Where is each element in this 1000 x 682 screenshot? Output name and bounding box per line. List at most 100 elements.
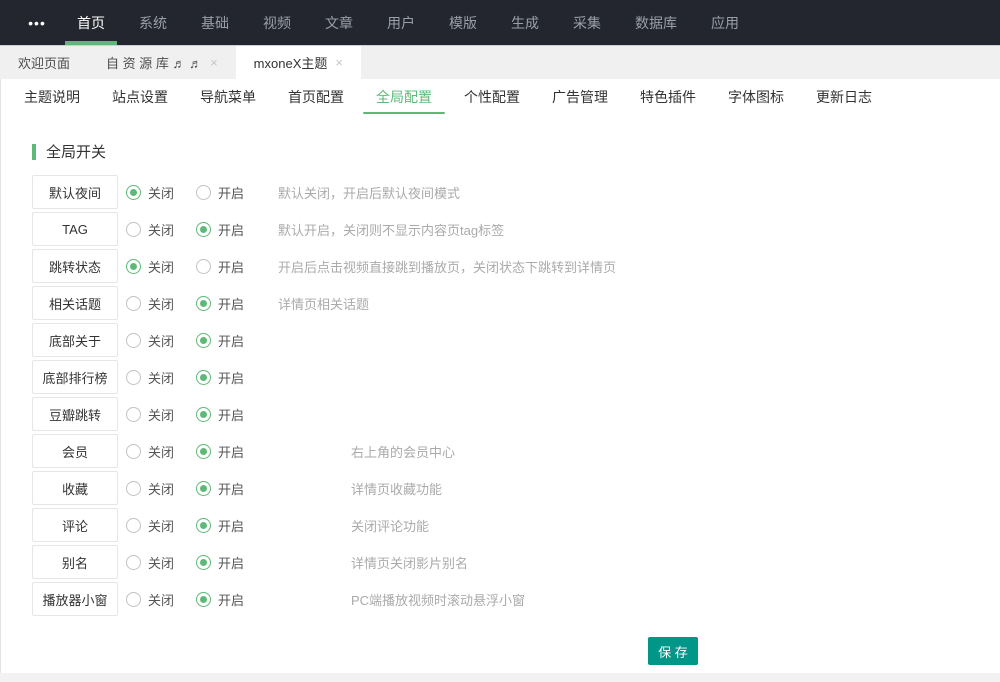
switch-label: 播放器小窗 (32, 582, 118, 616)
switch-row-3: 相关话题关闭开启详情页相关话题 (32, 286, 1000, 320)
section-title: 全局开关 (32, 141, 1000, 162)
switch-rows: 默认夜间关闭开启默认关闭，开启后默认夜间模式TAG关闭开启默认开启，关闭则不显示… (32, 175, 1000, 616)
subtab-3[interactable]: 首页配置 (277, 79, 355, 115)
section-title-accent-bar (32, 144, 36, 160)
radio-off-icon[interactable] (126, 296, 141, 311)
subtab-8[interactable]: 字体图标 (717, 79, 795, 115)
radio-on-option[interactable]: 开启 (196, 294, 278, 313)
radio-off-option[interactable]: 关闭 (126, 257, 196, 276)
window-tab-1[interactable]: 自 资 源 库 ♬ ♬ × (88, 46, 236, 79)
radio-on-option[interactable]: 开启 (196, 257, 278, 276)
radio-off-option[interactable]: 关闭 (126, 590, 196, 609)
radio-group: 关闭开启 (126, 590, 278, 609)
radio-off-icon[interactable] (126, 444, 141, 459)
subtab-1[interactable]: 站点设置 (101, 79, 179, 115)
radio-off-icon[interactable] (126, 185, 141, 200)
radio-group: 关闭 开启 (126, 294, 278, 313)
radio-off-option[interactable]: 关闭 (126, 368, 196, 387)
radio-on-option[interactable]: 开启 (196, 442, 278, 461)
radio-on-option[interactable]: 开启 (196, 331, 278, 350)
subtab-2[interactable]: 导航菜单 (189, 79, 267, 115)
radio-on-icon[interactable] (196, 444, 211, 459)
radio-off-icon[interactable] (126, 370, 141, 385)
radio-off-option[interactable]: 关闭 (126, 479, 196, 498)
topbar-item-9[interactable]: 数据库 (618, 0, 694, 45)
radio-on-option[interactable]: 开启 (196, 183, 278, 202)
switch-row-6: 豆瓣跳转关闭开启 (32, 397, 1000, 431)
radio-on-option[interactable]: 开启 (196, 220, 278, 239)
radio-on-label: 开启 (218, 183, 244, 202)
radio-on-option[interactable]: 开启 (196, 590, 278, 609)
switch-label: 默认夜间 (32, 175, 118, 209)
radio-off-icon[interactable] (126, 518, 141, 533)
radio-off-option[interactable]: 关闭 (126, 331, 196, 350)
window-tabstrip: 欢迎页面自 资 源 库 ♬ ♬×mxoneX主题× (0, 45, 1000, 79)
radio-off-icon[interactable] (126, 222, 141, 237)
switch-label: 底部关于 (32, 323, 118, 357)
radio-off-icon[interactable] (126, 592, 141, 607)
window-tab-label: 自 资 源 库 ♬ ♬ (106, 53, 202, 72)
radio-off-label: 关闭 (148, 516, 174, 535)
subtab-5[interactable]: 个性配置 (453, 79, 531, 115)
radio-off-label: 关闭 (148, 405, 174, 424)
radio-on-option[interactable]: 开启 (196, 368, 278, 387)
radio-on-option[interactable]: 开启 (196, 405, 278, 424)
radio-off-option[interactable]: 关闭 (126, 294, 196, 313)
radio-off-option[interactable]: 关闭 (126, 442, 196, 461)
radio-on-option[interactable]: 开启 (196, 553, 278, 572)
more-menu-icon[interactable]: ••• (14, 0, 60, 45)
subtab-9[interactable]: 更新日志 (805, 79, 883, 115)
radio-on-icon[interactable] (196, 555, 211, 570)
radio-on-icon[interactable] (196, 222, 211, 237)
radio-off-option[interactable]: 关闭 (126, 516, 196, 535)
radio-on-icon[interactable] (196, 592, 211, 607)
radio-off-icon[interactable] (126, 259, 141, 274)
radio-off-icon[interactable] (126, 555, 141, 570)
subtab-6[interactable]: 广告管理 (541, 79, 619, 115)
subtab-4[interactable]: 全局配置 (365, 79, 443, 115)
window-tab-2[interactable]: mxoneX主题× (236, 46, 361, 79)
radio-on-icon[interactable] (196, 370, 211, 385)
radio-group: 关闭 开启 (126, 257, 278, 276)
radio-on-option[interactable]: 开启 (196, 516, 278, 535)
save-button[interactable]: 保 存 (648, 637, 698, 665)
radio-off-icon[interactable] (126, 333, 141, 348)
radio-on-icon[interactable] (196, 481, 211, 496)
subtab-0[interactable]: 主题说明 (13, 79, 91, 115)
topbar-item-4[interactable]: 文章 (308, 0, 370, 45)
radio-on-option[interactable]: 开启 (196, 479, 278, 498)
radio-group: 关闭开启 (126, 331, 278, 350)
topbar-item-1[interactable]: 系统 (122, 0, 184, 45)
radio-off-label: 关闭 (148, 257, 174, 276)
admin-screen: ••• 首页系统基础视频文章用户模版生成采集数据库应用 欢迎页面自 资 源 库 … (0, 0, 1000, 682)
radio-on-icon[interactable] (196, 333, 211, 348)
topbar-item-6[interactable]: 模版 (432, 0, 494, 45)
radio-group: 关闭开启 (126, 368, 278, 387)
radio-off-label: 关闭 (148, 294, 174, 313)
radio-on-icon[interactable] (196, 259, 211, 274)
subtab-7[interactable]: 特色插件 (629, 79, 707, 115)
radio-on-icon[interactable] (196, 518, 211, 533)
topbar-item-2[interactable]: 基础 (184, 0, 246, 45)
radio-on-icon[interactable] (196, 185, 211, 200)
topbar-item-8[interactable]: 采集 (556, 0, 618, 45)
radio-off-icon[interactable] (126, 407, 141, 422)
radio-on-label: 开启 (218, 479, 244, 498)
radio-off-option[interactable]: 关闭 (126, 183, 196, 202)
topbar-item-0[interactable]: 首页 (60, 0, 122, 45)
radio-off-option[interactable]: 关闭 (126, 405, 196, 424)
radio-off-option[interactable]: 关闭 (126, 553, 196, 572)
radio-off-icon[interactable] (126, 481, 141, 496)
window-tab-0[interactable]: 欢迎页面 (0, 46, 88, 79)
radio-on-icon[interactable] (196, 407, 211, 422)
switch-desc: 详情页关闭影片别名 (351, 553, 468, 572)
topbar-item-3[interactable]: 视频 (246, 0, 308, 45)
tab-close-icon[interactable]: × (210, 56, 218, 69)
radio-off-option[interactable]: 关闭 (126, 220, 196, 239)
radio-on-icon[interactable] (196, 296, 211, 311)
tab-close-icon[interactable]: × (335, 56, 343, 69)
topbar-item-10[interactable]: 应用 (694, 0, 756, 45)
topbar-item-7[interactable]: 生成 (494, 0, 556, 45)
radio-on-label: 开启 (218, 516, 244, 535)
topbar-item-5[interactable]: 用户 (370, 0, 432, 45)
